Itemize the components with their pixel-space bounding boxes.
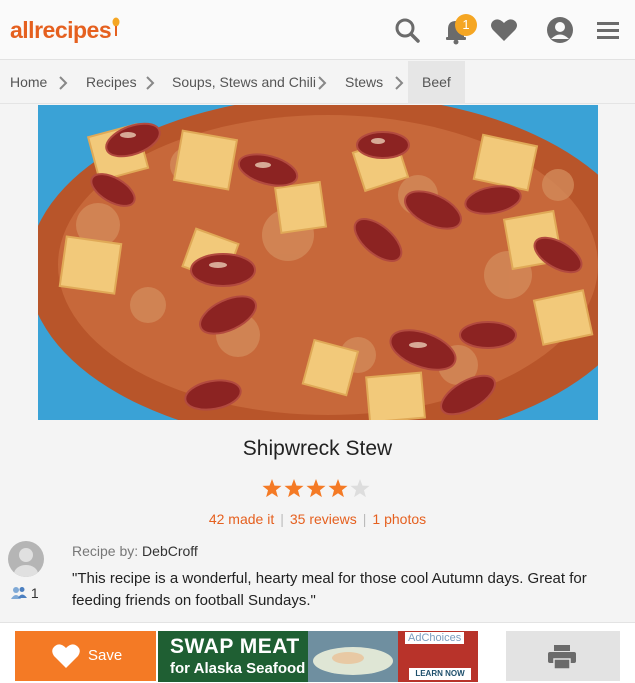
save-label: Save — [88, 647, 123, 664]
recipe-description: "This recipe is a wonderful, hearty meal… — [72, 570, 587, 609]
heart-icon[interactable] — [488, 14, 520, 46]
notification-badge[interactable]: 1 — [455, 14, 477, 36]
breadcrumb-beef[interactable]: Beef — [408, 61, 465, 104]
star-icon[interactable] — [350, 479, 370, 498]
star-icon[interactable] — [284, 479, 304, 498]
breadcrumb-stews[interactable]: Stews — [345, 61, 383, 104]
search-icon[interactable] — [391, 14, 423, 46]
author-name[interactable]: DebCroff — [142, 543, 198, 559]
followers-icon — [11, 587, 27, 599]
chevron-right-icon — [59, 76, 68, 90]
stats-separator: | — [280, 511, 284, 527]
breadcrumb-recipes[interactable]: Recipes — [86, 61, 137, 104]
profile-icon[interactable] — [544, 14, 576, 46]
ad-choices-label[interactable]: AdChoices — [405, 632, 465, 644]
spoon-logo-icon — [112, 17, 120, 36]
print-icon — [548, 645, 576, 669]
top-header: allrecipes 1 — [0, 0, 635, 60]
print-button[interactable] — [506, 631, 620, 681]
chevron-right-icon — [395, 76, 404, 90]
star-icon[interactable] — [262, 479, 282, 498]
allrecipes-logo[interactable]: allrecipes — [10, 17, 120, 44]
reviews-link[interactable]: 35 reviews — [290, 511, 357, 527]
chevron-right-icon — [318, 76, 327, 90]
heart-icon — [52, 644, 80, 668]
made-it-link[interactable]: 42 made it — [209, 511, 274, 527]
recipe-photo[interactable] — [38, 105, 598, 420]
breadcrumb-soups-stews-chili[interactable]: Soups, Stews and Chili — [172, 61, 316, 104]
breadcrumb-home[interactable]: Home — [10, 61, 47, 104]
recipe-stats: 42 made it | 35 reviews | 1 photos — [0, 511, 635, 527]
star-icon[interactable] — [306, 479, 326, 498]
ad-cta-button[interactable]: LEARN NOW — [409, 668, 471, 680]
recipe-title: Shipwreck Stew — [242, 437, 393, 460]
ad-subline: for Alaska Seafood — [170, 660, 306, 677]
star-rating[interactable] — [261, 477, 371, 501]
author-avatar[interactable] — [8, 541, 44, 577]
chevron-right-icon — [146, 76, 155, 90]
save-button[interactable]: Save — [15, 631, 156, 681]
byline-label: Recipe by: — [72, 543, 139, 559]
bottom-action-bar: Save SWAP MEAT for Alaska Seafood AdChoi… — [0, 622, 635, 683]
recipe-byline: Recipe by: DebCroff — [72, 543, 198, 559]
star-icon[interactable] — [328, 479, 348, 498]
menu-icon[interactable] — [592, 14, 624, 46]
followers-count[interactable]: 1 — [11, 585, 39, 601]
advertisement-banner[interactable]: SWAP MEAT for Alaska Seafood AdChoices L… — [158, 631, 478, 682]
ad-headline: SWAP MEAT — [170, 635, 300, 658]
followers-value: 1 — [30, 585, 39, 601]
breadcrumb: Home Recipes Soups, Stews and Chili Stew… — [0, 61, 635, 104]
stats-separator: | — [362, 511, 367, 527]
logo-text: allrecipes — [10, 17, 112, 43]
photos-link[interactable]: 1 photos — [372, 511, 426, 527]
